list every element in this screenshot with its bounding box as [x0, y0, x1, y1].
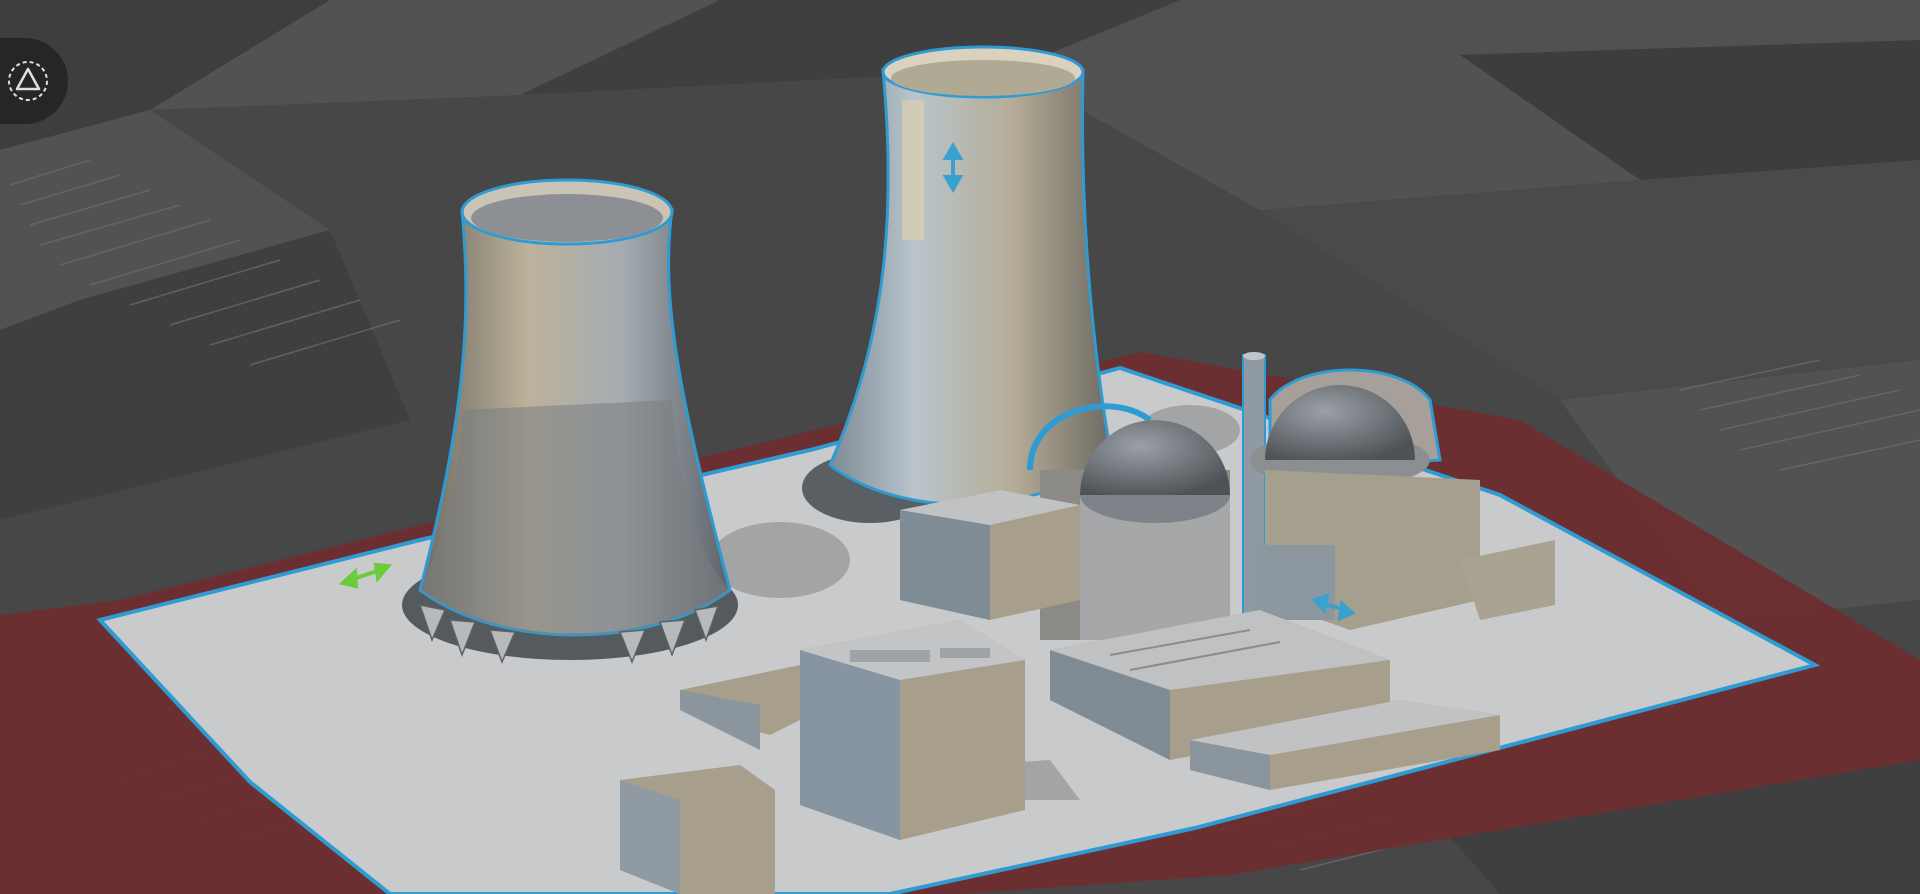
warehouse-building[interactable]: [620, 765, 775, 894]
3d-viewport[interactable]: [0, 0, 1920, 894]
triangle-in-dashed-circle-icon: [8, 61, 48, 101]
turbine-hall[interactable]: [900, 490, 1080, 620]
auxiliary-building-front[interactable]: [800, 620, 1025, 840]
scene-canvas[interactable]: [0, 0, 1920, 894]
